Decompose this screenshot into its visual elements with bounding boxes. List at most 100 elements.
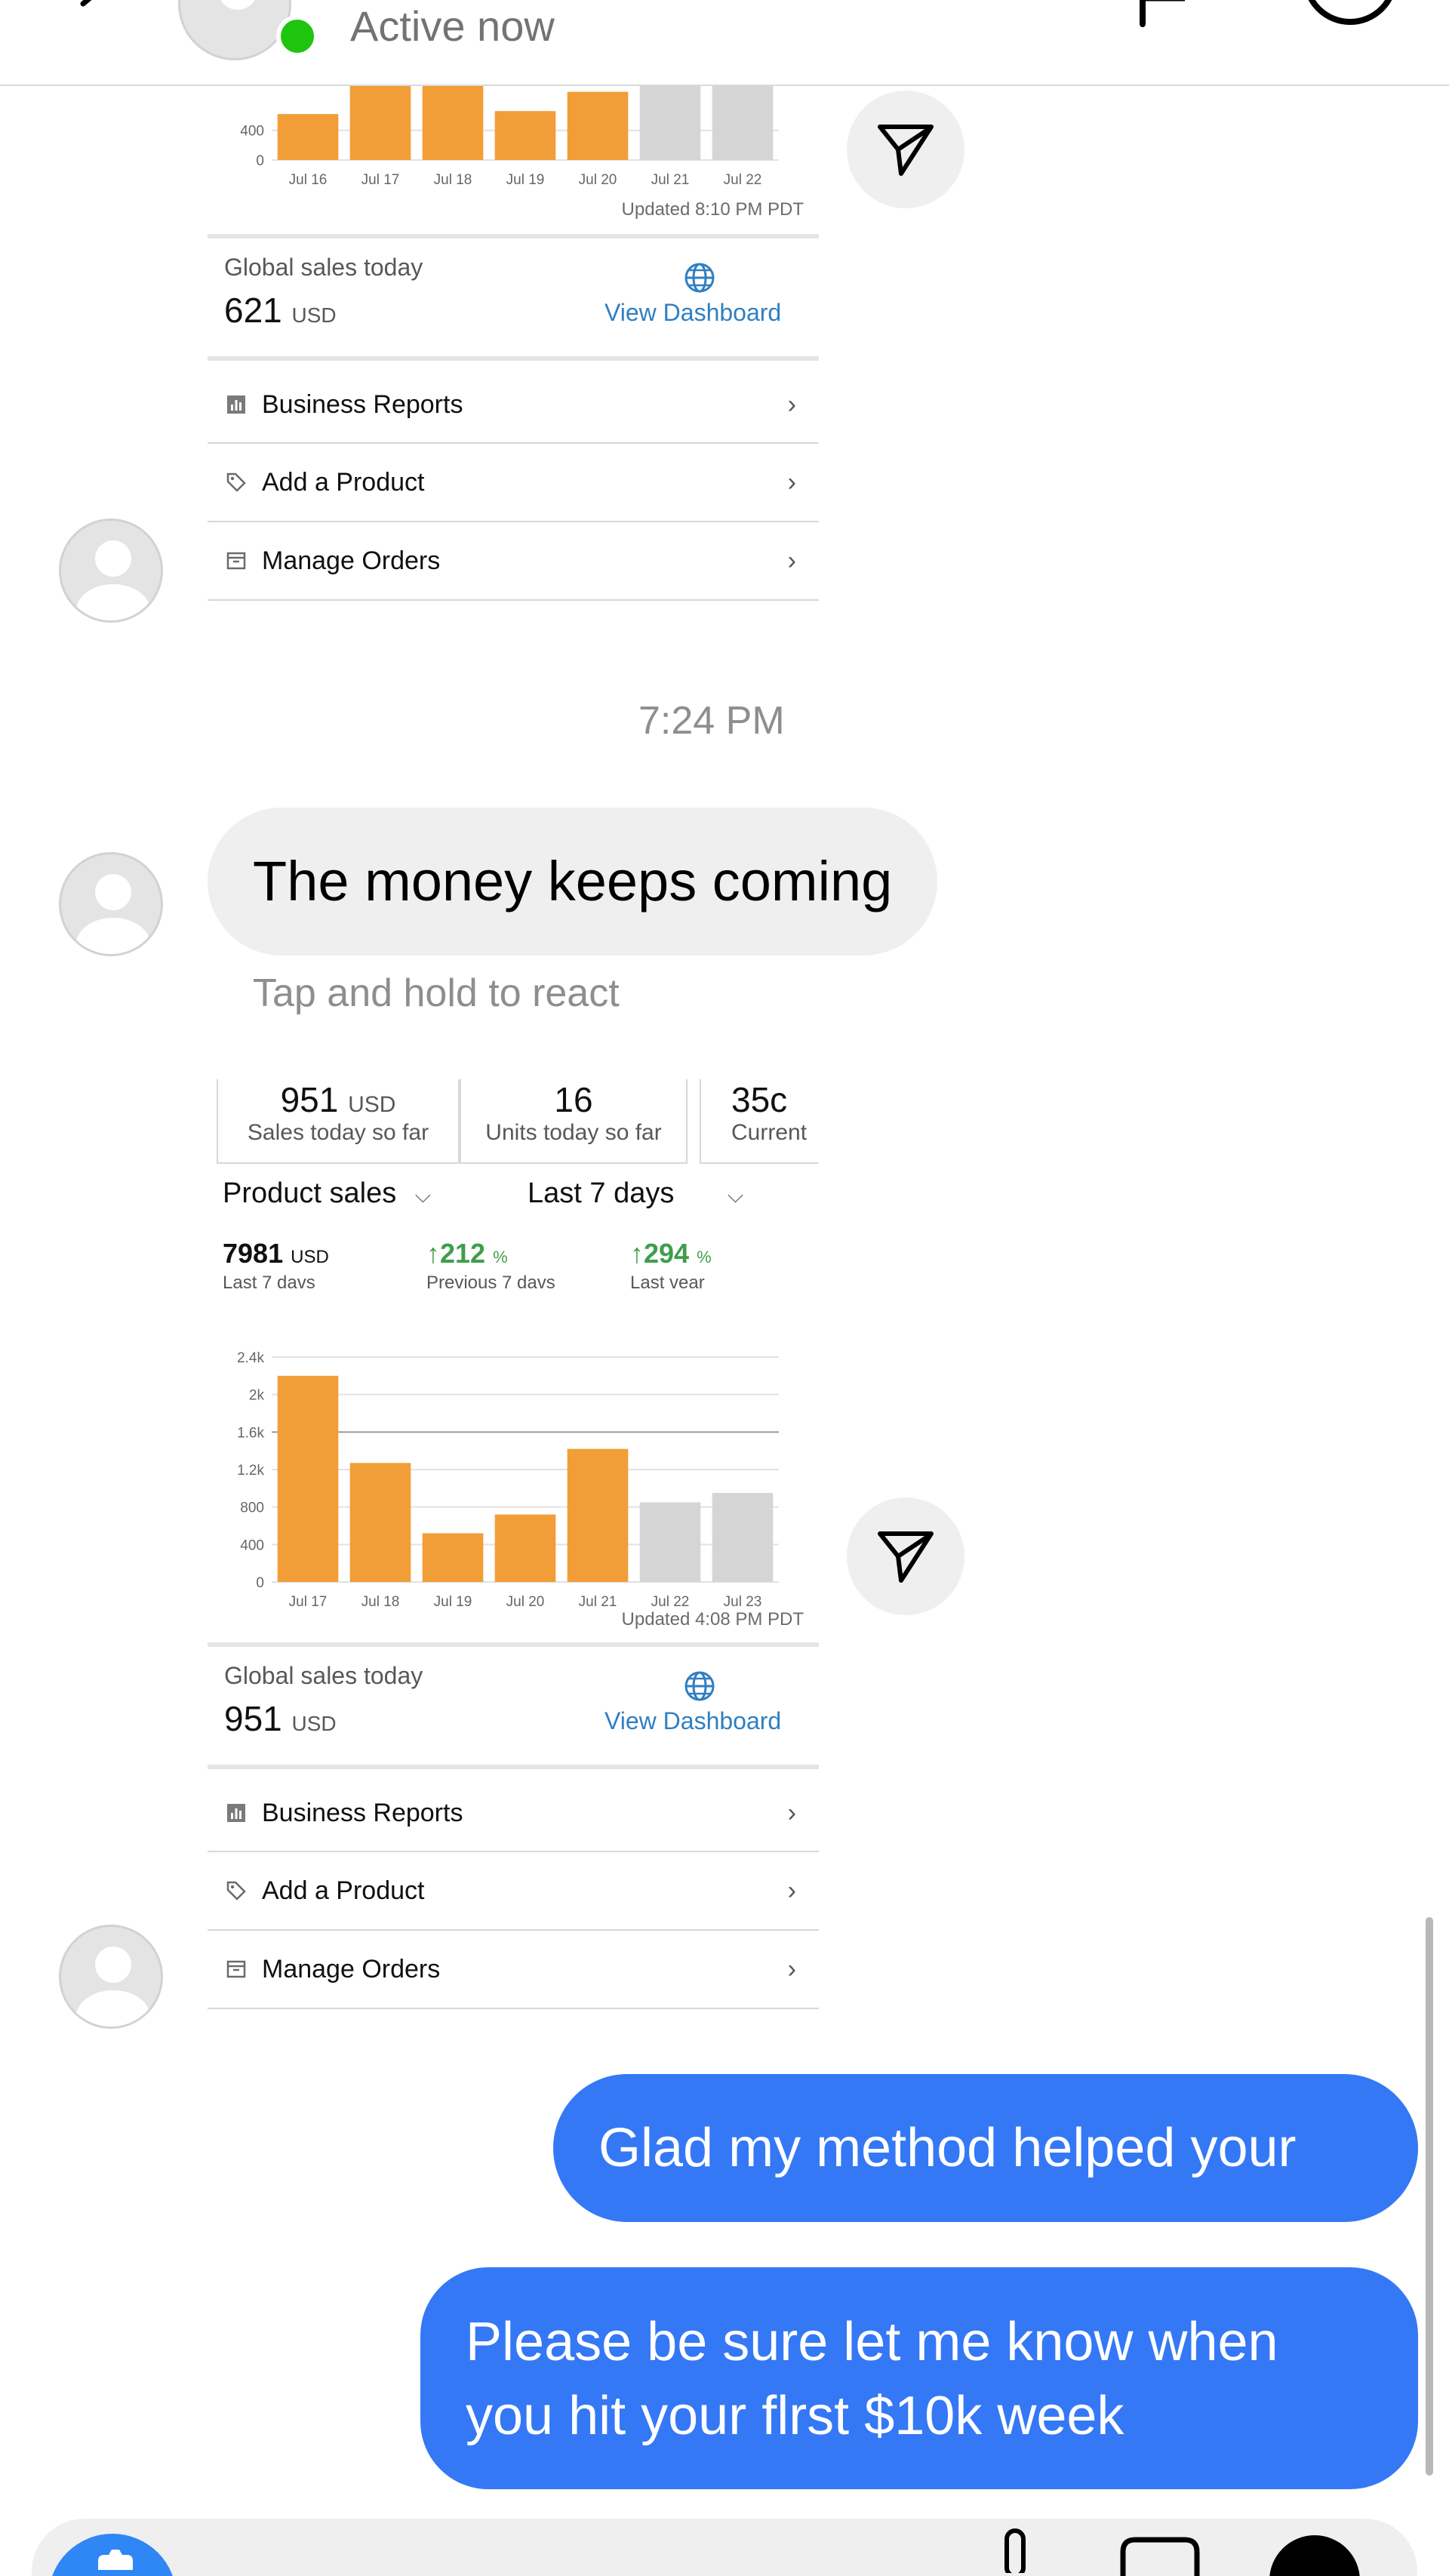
chevron-right-icon: ›: [787, 546, 796, 575]
menu-add-product[interactable]: Add a Product ›: [208, 444, 819, 522]
stat-card-units: 16 Units today so far: [460, 1079, 688, 1164]
divider: [208, 356, 819, 361]
bar: [567, 91, 629, 160]
bar: [349, 86, 411, 160]
x-tick-label: Jul 23: [724, 1594, 762, 1610]
paper-plane-icon: [878, 1531, 934, 1583]
divider: [208, 1765, 819, 1769]
y-tick-label: 2.4k: [237, 1350, 264, 1366]
menu-business-reports[interactable]: Business Reports ›: [208, 1775, 819, 1852]
bar: [567, 1448, 629, 1582]
sender-avatar[interactable]: [59, 852, 163, 956]
share-button-1[interactable]: [847, 91, 964, 208]
x-tick-label: Jul 21: [579, 1594, 617, 1610]
y-tick-label: 800: [240, 1500, 264, 1516]
message-composer[interactable]: [32, 2519, 1417, 2576]
sender-avatar[interactable]: [59, 1925, 163, 2029]
stat-card-current: 35с Current: [700, 1079, 819, 1164]
x-tick-label: Jul 22: [724, 172, 762, 188]
message-line-1: Please be sure let me know when: [466, 2312, 1278, 2372]
back-arrow-icon[interactable]: [68, 0, 121, 30]
global-sales-value: 951 USD: [224, 1699, 337, 1738]
dashboard-menu-1: Business Reports › Add a Product › Manag…: [208, 367, 819, 601]
active-status-text: Active now: [350, 2, 555, 50]
message-line-2: you hit your flrst $10k week: [466, 2386, 1124, 2446]
bar: [422, 1533, 484, 1582]
menu-label: Add a Product: [262, 1876, 425, 1905]
global-sales-label: Global sales today: [224, 1662, 423, 1689]
chevron-right-icon: ›: [787, 1954, 796, 1984]
menu-business-reports[interactable]: Business Reports ›: [208, 367, 819, 444]
microphone-icon[interactable]: [998, 2528, 1035, 2573]
summary-previous-7-days: ↑212 % Previous 7 davs: [426, 1238, 555, 1293]
sales-bar-chart-1: 400 0 Jul 16 Jul 17 Jul 18 Jul 19 Jul 20 Jul 21…: [240, 86, 779, 188]
menu-add-product[interactable]: Add a Product ›: [208, 1852, 819, 1931]
menu-label: Business Reports: [262, 389, 463, 419]
tag-icon: [226, 472, 246, 492]
tag-icon: [226, 1881, 246, 1900]
message-text: Glad my method helped your: [598, 2118, 1297, 2178]
x-tick-label: Jul 19: [506, 172, 545, 188]
menu-manage-orders[interactable]: Manage Orders ›: [208, 1931, 819, 2009]
x-tick-label: Jul 18: [361, 1594, 400, 1610]
bar-chart-icon: [227, 1804, 245, 1822]
globe-icon: [685, 263, 715, 293]
bar: [422, 86, 484, 160]
share-button-2[interactable]: [847, 1497, 964, 1615]
chevron-right-icon: ›: [787, 389, 796, 419]
x-tick-label: Jul 22: [651, 1594, 690, 1610]
bar: [639, 1502, 701, 1582]
active-status-dot: [276, 15, 318, 57]
order-box-icon: [226, 1960, 246, 1978]
chevron-right-icon: ›: [787, 1798, 796, 1827]
sales-bar-chart-2: 2.4k 2k 1.6k 1.2k 800 400 0 Jul 17 Jul 18 Jul 19 J…: [237, 1350, 779, 1610]
y-tick-label: 400: [240, 1537, 264, 1553]
bar: [349, 1463, 411, 1582]
sender-avatar[interactable]: [59, 519, 163, 623]
dashboard-screenshot-1[interactable]: 400 0 Jul 16 Jul 17 Jul 18 Jul 19 Jul 20 Jul 21…: [208, 86, 819, 629]
sticker-button[interactable]: [1269, 2535, 1360, 2576]
incoming-message-bubble[interactable]: The money keeps coming: [208, 808, 938, 956]
video-call-icon[interactable]: [943, 0, 1041, 23]
outgoing-message-bubble[interactable]: Glad my method helped your: [553, 2074, 1418, 2222]
flag-icon[interactable]: [1124, 0, 1200, 30]
gallery-icon[interactable]: [1118, 2535, 1201, 2576]
x-tick-label: Jul 19: [434, 1594, 472, 1610]
menu-manage-orders[interactable]: Manage Orders ›: [208, 522, 819, 601]
camera-icon: [98, 2550, 133, 2570]
x-tick-label: Jul 18: [434, 172, 472, 188]
range-dropdown[interactable]: Last 7 days ⌵: [528, 1177, 743, 1210]
summary-last-year: ↑294 % Last vear: [630, 1238, 712, 1293]
scrollbar[interactable]: [1426, 1917, 1433, 2476]
global-sales-label: Global sales today: [224, 254, 423, 281]
chevron-right-icon: ›: [787, 1876, 796, 1905]
menu-label: Manage Orders: [262, 546, 441, 575]
y-tick-label: 1.2k: [237, 1463, 264, 1479]
updated-time: Updated 8:10 PM PDT: [621, 199, 804, 220]
view-dashboard-link[interactable]: View Dashboard: [605, 1707, 781, 1735]
y-tick-label: 400: [240, 124, 264, 140]
menu-label: Business Reports: [262, 1798, 463, 1827]
menu-label: Manage Orders: [262, 1954, 441, 1984]
bar: [639, 86, 701, 160]
global-sales-value: 621 USD: [224, 291, 337, 330]
updated-time: Updated 4:08 PM PDT: [621, 1609, 804, 1630]
view-dashboard-link[interactable]: View Dashboard: [605, 299, 781, 327]
chevron-down-icon: ⌵: [727, 1183, 744, 1207]
paper-plane-icon: [878, 125, 934, 176]
x-tick-label: Jul 20: [506, 1594, 545, 1610]
dashboard-screenshot-2[interactable]: 951 USD Sales today so far 16 Units toda…: [208, 1079, 819, 2023]
react-hint: Tap and hold to react: [253, 971, 620, 1015]
contact-avatar[interactable]: [178, 0, 291, 60]
dashboard-menu-2: Business Reports › Add a Product › Manag…: [208, 1775, 819, 2009]
y-tick-label: 1.6k: [237, 1425, 264, 1441]
divider: [208, 1642, 819, 1647]
bar: [277, 114, 339, 160]
x-tick-label: Jul 16: [289, 172, 328, 188]
y-tick-label: 0: [256, 1575, 264, 1591]
info-icon[interactable]: [1298, 0, 1404, 30]
bar: [277, 1375, 339, 1582]
metric-dropdown[interactable]: Product sales ⌵: [223, 1177, 431, 1210]
y-tick-label: 0: [256, 153, 264, 169]
outgoing-message-bubble[interactable]: Please be sure let me know when you hit …: [420, 2267, 1418, 2489]
